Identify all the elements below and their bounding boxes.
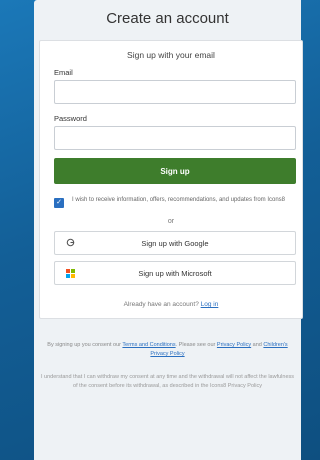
password-label: Password xyxy=(54,114,87,123)
signup-panel: Create an account Sign up with your emai… xyxy=(34,0,303,460)
legal-and-text: and xyxy=(252,342,262,348)
consent-row: ✓ I wish to receive information, offers,… xyxy=(54,196,296,208)
microsoft-icon xyxy=(55,268,85,279)
microsoft-signup-button[interactable]: Sign up with Microsoft xyxy=(54,261,296,285)
already-text: Already have an account? xyxy=(123,301,199,308)
password-field[interactable] xyxy=(54,126,296,150)
google-button-label: Sign up with Google xyxy=(141,238,209,248)
terms-link[interactable]: Terms and Conditions xyxy=(122,342,175,348)
withdrawal-notice: I understand that I can withdraw my cons… xyxy=(40,374,295,389)
signup-card: Sign up with your email Email Password S… xyxy=(39,40,303,319)
legal-notice: By signing up you consent our Terms and … xyxy=(38,341,297,359)
email-field[interactable] xyxy=(54,80,296,104)
email-label: Email xyxy=(54,68,73,77)
google-icon xyxy=(55,238,85,249)
card-subtitle: Sign up with your email xyxy=(127,50,215,60)
check-icon: ✓ xyxy=(56,199,62,206)
consent-checkbox[interactable]: ✓ xyxy=(54,198,64,208)
microsoft-button-label: Sign up with Microsoft xyxy=(138,268,212,278)
login-prompt: Already have an account? Log in xyxy=(40,301,302,308)
or-divider: or xyxy=(167,218,175,225)
login-link[interactable]: Log in xyxy=(201,301,219,308)
consent-text: I wish to receive information, offers, r… xyxy=(72,197,285,203)
google-signup-button[interactable]: Sign up with Google xyxy=(54,231,296,255)
legal-text-1b: . Please see our xyxy=(175,342,216,348)
legal-text-1: By signing up you consent our xyxy=(47,342,121,348)
signup-button[interactable]: Sign up xyxy=(54,158,296,184)
privacy-policy-link[interactable]: Privacy Policy xyxy=(217,342,251,348)
page-title: Create an account xyxy=(106,10,229,27)
